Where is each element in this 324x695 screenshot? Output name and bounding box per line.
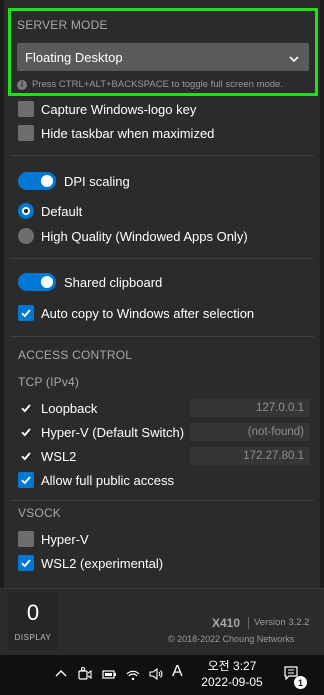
tcp-hyperv-ip: (not-found) [190,423,310,441]
tcp-wsl2-label: WSL2 [41,448,77,464]
vsock-hyperv-label: Hyper-V [41,531,89,547]
radio-selected-icon [18,203,34,219]
divider [10,500,314,501]
display-count: 0 [26,600,40,625]
camera-icon[interactable] [76,665,94,683]
quality-high-label: High Quality (Windowed Apps Only) [41,228,248,244]
checkmark-icon [18,555,34,571]
server-mode-hint-text: Press CTRL+ALT+BACKSPACE to toggle full … [32,79,283,90]
radio-unselected-icon [18,228,34,244]
vsock-wsl2-checkbox[interactable]: WSL2 (experimental) [18,553,163,573]
allow-public-access-checkbox[interactable]: Allow full public access [18,470,174,490]
capture-windows-key-label: Capture Windows-logo key [41,101,197,117]
checkbox-unchecked-icon [18,531,34,547]
tcp-hyperv-checkbox[interactable]: Hyper-V (Default Switch) [18,422,184,442]
quality-default-radio[interactable]: Default [18,201,82,221]
battery-icon[interactable] [100,665,118,683]
auto-copy-checkbox[interactable]: Auto copy to Windows after selection [18,303,254,323]
quality-high-radio[interactable]: High Quality (Windowed Apps Only) [18,226,248,246]
divider [10,155,314,156]
clock-time[interactable]: 오전 3:27 [201,657,263,674]
dpi-scaling-label: DPI scaling [64,173,130,189]
allow-public-access-label: Allow full public access [41,472,174,488]
tcp-loopback-ip: 127.0.0.1 [190,399,310,417]
checkbox-unchecked-icon [18,101,34,117]
checkmark-icon [18,472,34,488]
info-icon: i [17,79,27,90]
dpi-scaling-toggle[interactable]: DPI scaling [18,171,130,191]
brand-logo: X410 [212,616,241,630]
chevron-down-icon [289,52,299,63]
chevron-up-icon[interactable] [52,665,70,683]
quality-default-label: Default [41,203,83,219]
server-mode-label: SERVER MODE [17,18,108,32]
toggle-on-icon [18,172,56,190]
checkmark-icon [18,305,34,321]
hide-taskbar-label: Hide taskbar when maximized [41,125,215,141]
display-label: DISPLAY [14,633,52,642]
tcp-label: TCP (IPv4) [18,375,80,389]
shared-clipboard-toggle[interactable]: Shared clipboard [18,272,162,292]
auto-copy-label: Auto copy to Windows after selection [41,305,255,321]
hide-taskbar-checkbox[interactable]: Hide taskbar when maximized [18,123,214,143]
server-mode-value: Floating Desktop [25,49,123,65]
notification-badge: 1 [294,676,307,689]
vsock-label: VSOCK [18,506,62,520]
divider [10,336,314,337]
toggle-on-icon [18,273,56,291]
wifi-icon[interactable] [124,665,142,683]
capture-windows-key-checkbox[interactable]: Capture Windows-logo key [18,99,196,119]
tcp-loopback-label: Loopback [41,400,98,416]
copyright-text: © 2018-2022 Choung Networks [168,634,295,644]
checkmark-icon [18,448,34,464]
version-text: Version 3.2.2 [254,617,310,628]
tcp-wsl2-ip: 172.27.80.1 [190,447,310,465]
footer-separator [248,617,249,629]
checkmark-icon [18,400,34,416]
clock-date[interactable]: 2022-09-05 [197,675,267,689]
vsock-hyperv-checkbox[interactable]: Hyper-V [18,529,89,549]
access-control-label: ACCESS CONTROL [18,348,133,362]
input-method-indicator[interactable]: A [172,663,183,681]
tcp-wsl2-checkbox[interactable]: WSL2 [18,446,76,466]
divider [10,258,314,259]
shared-clipboard-label: Shared clipboard [64,274,163,290]
server-mode-hint: i Press CTRL+ALT+BACKSPACE to toggle ful… [17,79,283,90]
speaker-icon[interactable] [147,665,165,683]
checkmark-icon [18,424,34,440]
panel-edge-left [0,0,4,655]
tcp-hyperv-label: Hyper-V (Default Switch) [41,424,185,440]
panel-edge-right [320,0,324,655]
tcp-loopback-checkbox[interactable]: Loopback [18,398,97,418]
vsock-wsl2-label: WSL2 (experimental) [41,555,164,571]
server-mode-dropdown[interactable]: Floating Desktop [17,43,309,71]
checkbox-unchecked-icon [18,125,34,141]
